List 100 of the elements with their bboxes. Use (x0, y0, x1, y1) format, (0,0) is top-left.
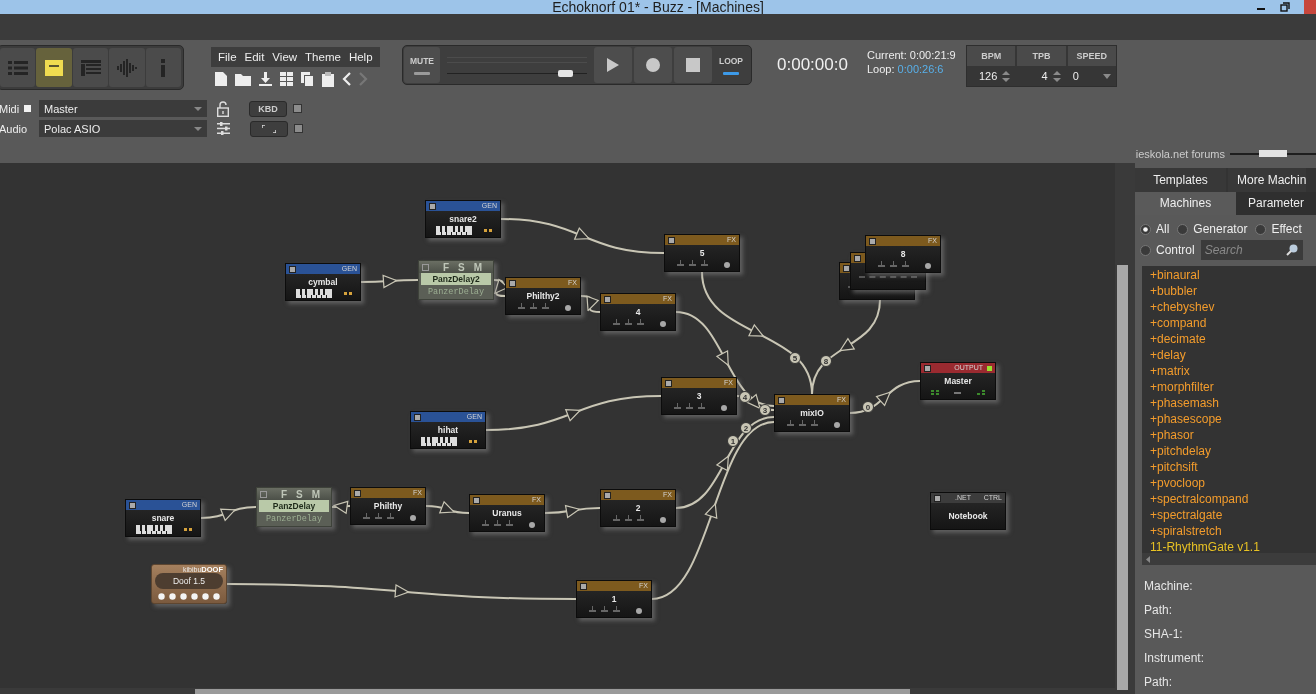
stop-button[interactable] (674, 47, 712, 83)
menu-item[interactable]: Edit (240, 51, 269, 63)
led-icon (924, 364, 931, 372)
time-display: 0:00:00:0 (777, 54, 849, 76)
list-icon (7, 59, 28, 76)
machine-node[interactable]: F S M PanzDelay2 PanzerDelay (418, 260, 494, 300)
tempo-value[interactable]: 0 (1072, 70, 1098, 82)
machine-list-item[interactable]: +spectralgate (1150, 508, 1223, 523)
led-icon (604, 491, 611, 499)
flag-label: S (458, 261, 465, 273)
checkbox-icon[interactable] (24, 105, 31, 112)
sliders-icon[interactable] (217, 122, 230, 135)
machine-list-item[interactable]: 11-RhythmGate v1.1 (1150, 540, 1260, 555)
machine-name: PanzDelay (259, 500, 329, 512)
machine-list-item[interactable]: +spiralstretch (1150, 524, 1222, 539)
machine-list-item[interactable]: +pvocloop (1150, 476, 1206, 491)
machine-list-item[interactable]: +decimate (1150, 332, 1206, 347)
led-icon (473, 496, 480, 504)
machine-list-item[interactable]: +phasor (1150, 428, 1194, 443)
machine-list-item[interactable]: +delay (1150, 348, 1186, 363)
midi-label: Midi (0, 102, 21, 115)
panel-tab[interactable]: Templates (1135, 168, 1226, 192)
toggle-icon[interactable] (293, 104, 302, 113)
folder-icon[interactable] (235, 72, 251, 86)
led-icon (668, 236, 675, 244)
machine-name: Notebook (947, 510, 989, 523)
current-time: 0:00:21:9 (909, 49, 956, 61)
search-field[interactable]: Search (1200, 240, 1303, 261)
spinner-icon[interactable] (1052, 70, 1061, 82)
menu-item[interactable]: Theme (301, 51, 345, 63)
panel-tab[interactable]: More Machin (1228, 168, 1307, 192)
tempo-value[interactable]: 4 (1022, 70, 1048, 82)
scroll-left-icon[interactable] (1146, 555, 1150, 563)
grid-icon[interactable] (280, 72, 293, 86)
machine-name: snare (150, 511, 176, 525)
info-label: Path: (1144, 602, 1174, 619)
machine-list-item[interactable]: +binaural (1150, 268, 1200, 283)
plugin-name: PanzerDelay (426, 286, 486, 299)
restore-icon[interactable] (1280, 2, 1290, 12)
scrollbar-thumb[interactable] (1117, 265, 1128, 690)
machine-list-item[interactable]: +bubbler (1150, 284, 1198, 299)
search-icon (1285, 244, 1298, 257)
machine-list-item[interactable]: +matrix (1150, 364, 1190, 379)
menu-item[interactable]: View (268, 51, 302, 63)
plugin-name: PanzerDelay (264, 513, 324, 526)
menu-item[interactable]: File (214, 51, 241, 63)
machine-name: Master (943, 374, 973, 388)
mute-button[interactable]: MUTE (404, 47, 440, 83)
machine-list-item[interactable]: +spectralcompand (1150, 492, 1249, 507)
play-button[interactable] (594, 47, 632, 83)
machine-node[interactable]: F S M PanzDelay PanzerDelay (256, 487, 332, 527)
toggle-icon[interactable] (294, 124, 303, 133)
machine-list-item[interactable]: +compand (1150, 316, 1207, 331)
audio-device-dropdown[interactable]: Polac ASIO (39, 120, 207, 137)
spinner-icon[interactable] (1002, 70, 1011, 82)
led-icon (260, 490, 267, 498)
view-button[interactable] (36, 48, 72, 87)
dropdown-arrow-icon[interactable] (1103, 73, 1111, 79)
machine-list-item[interactable]: +pitchsift (1150, 460, 1198, 475)
machine-list-item[interactable]: +phasescope (1150, 412, 1222, 427)
connection-number: 1 (727, 435, 739, 447)
info-icon (160, 58, 167, 77)
fullscreen-button[interactable] (250, 120, 288, 137)
current-label: Current: (867, 49, 907, 61)
window-icon (45, 59, 64, 76)
forum-link[interactable]: ieskola.net forums (1135, 148, 1225, 160)
filter-radio[interactable]: All (1140, 222, 1170, 237)
lock-icon[interactable] (217, 100, 229, 117)
status-led-icon (987, 365, 992, 371)
connection-wire (493, 278, 506, 297)
connection-wire (331, 500, 351, 515)
machine-list-item[interactable]: +morphfilter (1150, 380, 1214, 395)
panel-tab[interactable]: Machines (1135, 191, 1236, 216)
tempo-value[interactable]: 126 (972, 70, 998, 82)
machine-list-item[interactable]: +pitchdelay (1150, 444, 1212, 459)
corners-icon (262, 124, 276, 133)
led-icon (854, 254, 861, 262)
midi-device-dropdown[interactable]: Master (39, 100, 207, 117)
window-title: Echoknorf 01* - Buzz - [Machines] (551, 0, 765, 14)
filter-radio[interactable]: Generator (1177, 222, 1248, 237)
scrollbar-thumb[interactable] (195, 689, 910, 694)
table-icon (80, 59, 101, 76)
machine-list-item[interactable]: +phasemash (1150, 396, 1220, 411)
connection-number: 2 (740, 422, 752, 434)
machine-list-item[interactable]: +chebyshev (1150, 300, 1215, 315)
waveform-icon (116, 58, 137, 77)
filter-radio[interactable]: Effect (1255, 222, 1302, 237)
filter-radio[interactable]: Control (1140, 243, 1195, 258)
copy-icon[interactable] (301, 71, 314, 87)
menu-item[interactable]: Help (344, 51, 377, 63)
caret-icon (194, 126, 202, 131)
info-label: Path: (1144, 674, 1174, 691)
flag-label: M (311, 488, 321, 500)
keyboard-button[interactable]: KBD (249, 100, 287, 117)
download-icon[interactable] (259, 72, 272, 86)
led-icon (289, 265, 296, 273)
paste-icon[interactable] (322, 71, 334, 87)
record-button[interactable] (634, 47, 672, 83)
new-file-icon[interactable] (215, 72, 227, 86)
machine-name: Philthy (372, 499, 404, 513)
